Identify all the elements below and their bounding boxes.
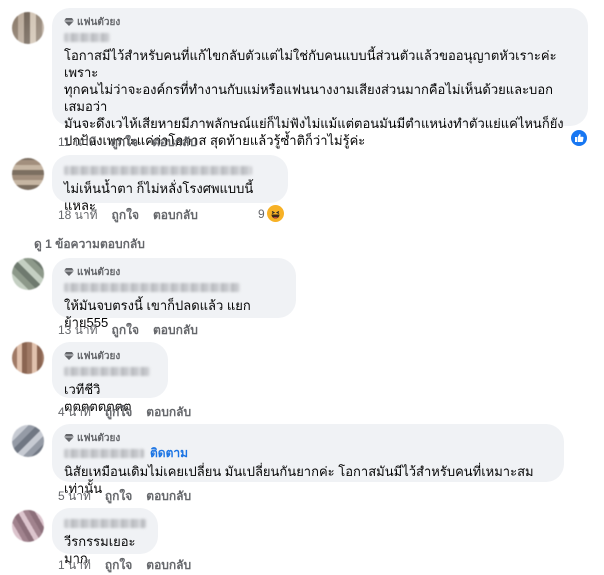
timestamp[interactable]: 1 นาที (58, 556, 91, 575)
commenter-name[interactable] (64, 366, 150, 376)
comment-actions: 18 นาที ถูกใจ ตอบกลับ (58, 207, 198, 223)
like-button[interactable]: ถูกใจ (111, 133, 138, 152)
avatar[interactable] (12, 158, 44, 190)
timestamp[interactable]: 18 นาที (58, 206, 98, 225)
comment-actions: 13 นาที ถูกใจ ตอบกลับ (58, 322, 198, 338)
reaction-summary[interactable] (571, 130, 589, 146)
reply-button[interactable]: ตอบกลับ (152, 133, 197, 152)
like-button[interactable]: ถูกใจ (105, 556, 132, 575)
commenter-name-row (64, 30, 576, 44)
comment-bubble: วีรกรรมเยอะมาก (52, 508, 158, 566)
comment-bubble: แฟนตัวยง ติดตาม นิสัยเหมือนเดิมไม่เคยเปล… (52, 424, 564, 496)
top-fan-badge: แฟนตัวยง (64, 266, 284, 278)
diamond-icon (64, 434, 74, 442)
view-replies-link[interactable]: ดู 1 ข้อความตอบกลับ (34, 235, 145, 254)
like-button[interactable]: ถูกใจ (105, 487, 132, 506)
follow-link[interactable]: ติดตาม (150, 444, 188, 463)
top-fan-badge: แฟนตัวยง (64, 16, 576, 28)
avatar[interactable] (12, 258, 44, 290)
like-button[interactable]: ถูกใจ (112, 321, 139, 340)
diamond-icon (64, 18, 74, 26)
reaction-count: 9 (258, 206, 265, 221)
view-replies-label: ดู 1 ข้อความตอบกลับ (34, 237, 145, 251)
comment-bubble: ไม่เห็นน้ำตา ก็ไม่หลั่งโรงศพแบบนี้แหละ (52, 155, 288, 213)
reply-button[interactable]: ตอบกลับ (146, 403, 191, 422)
comment-actions: 11 นาที ถูกใจ ตอบกลับ (58, 134, 197, 150)
top-fan-badge: แฟนตัวยง (64, 350, 156, 362)
avatar[interactable] (12, 342, 44, 374)
badge-label: แฟนตัวยง (77, 266, 121, 278)
badge-label: แฟนตัวยง (77, 16, 121, 28)
timestamp[interactable]: 5 นาที (58, 487, 91, 506)
commenter-name-row (64, 163, 276, 177)
commenter-name-row (64, 516, 146, 530)
timestamp[interactable]: 4 นาที (58, 403, 91, 422)
comment-bubble: แฟนตัวยง โอกาสมีไว้สำหรับคนที่แก้ไขกลับต… (52, 8, 588, 148)
like-button[interactable]: ถูกใจ (112, 206, 139, 225)
like-icon (571, 130, 587, 146)
avatar[interactable] (12, 510, 44, 542)
comment-thread: แฟนตัวยง โอกาสมีไว้สำหรับคนที่แก้ไขกลับต… (0, 0, 604, 575)
avatar[interactable] (12, 12, 44, 44)
reaction-summary[interactable]: 9 (258, 205, 284, 222)
commenter-name-row (64, 364, 156, 378)
comment-bubble: แฟนตัวยง ให้มันจบตรงนี้ เขาก็ปลดแล้ว แยก… (52, 258, 296, 330)
comment-bubble: แฟนตัวยง เวทีชีวิตตตตตตตต (52, 342, 168, 414)
comment-actions: 1 นาที ถูกใจ ตอบกลับ (58, 557, 191, 573)
avatar[interactable] (12, 425, 44, 457)
commenter-name[interactable] (64, 448, 144, 458)
like-button[interactable]: ถูกใจ (105, 403, 132, 422)
timestamp[interactable]: 13 นาที (58, 321, 98, 340)
reply-button[interactable]: ตอบกลับ (146, 487, 191, 506)
badge-label: แฟนตัวยง (77, 350, 121, 362)
commenter-name[interactable] (64, 32, 110, 42)
diamond-icon (64, 268, 74, 276)
commenter-name[interactable] (64, 518, 146, 528)
top-fan-badge: แฟนตัวยง (64, 432, 552, 444)
haha-icon (266, 205, 284, 222)
reply-button[interactable]: ตอบกลับ (153, 321, 198, 340)
comment-actions: 5 นาที ถูกใจ ตอบกลับ (58, 488, 191, 504)
commenter-name-row (64, 280, 284, 294)
reply-button[interactable]: ตอบกลับ (153, 206, 198, 225)
timestamp[interactable]: 11 นาที (58, 133, 97, 152)
commenter-name[interactable] (64, 282, 240, 292)
reply-button[interactable]: ตอบกลับ (146, 556, 191, 575)
commenter-name-row: ติดตาม (64, 446, 552, 460)
diamond-icon (64, 352, 74, 360)
commenter-name[interactable] (64, 165, 252, 175)
comment-actions: 4 นาที ถูกใจ ตอบกลับ (58, 404, 191, 420)
badge-label: แฟนตัวยง (77, 432, 121, 444)
